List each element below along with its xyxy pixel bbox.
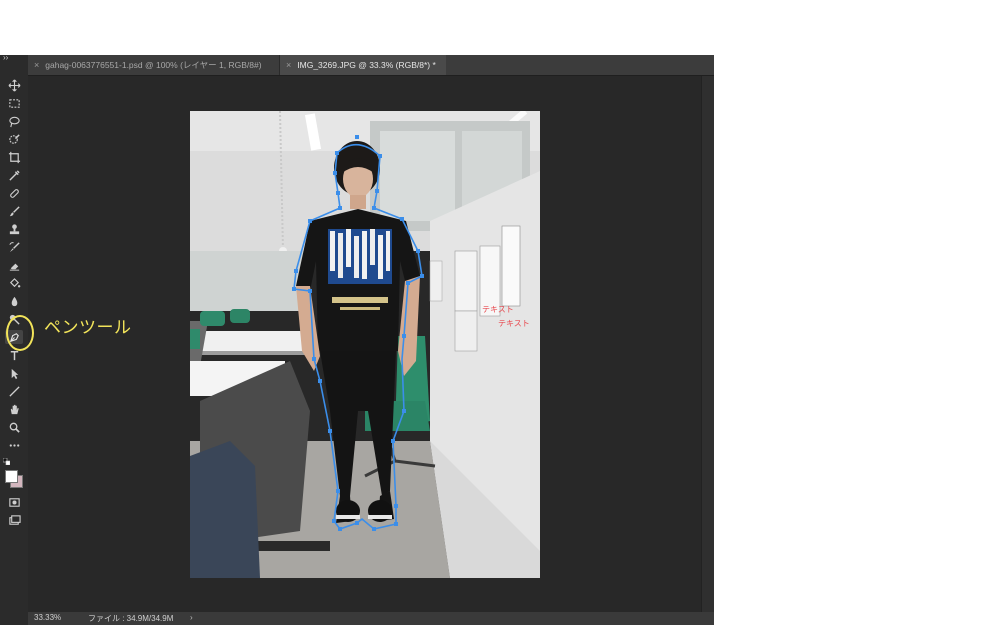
move-icon[interactable] [5,78,23,92]
close-tab-icon[interactable]: × [286,60,291,70]
brush-icon[interactable] [5,204,23,218]
line-icon[interactable] [5,384,23,398]
crop-icon[interactable] [5,150,23,164]
canvas-area[interactable]: テキスト テキスト [28,76,702,612]
quick-mask-icon[interactable] [5,495,23,509]
classroom-photo [190,111,540,578]
path-select-icon[interactable] [5,366,23,380]
overlay-text-1: テキスト [482,305,514,314]
zoom-level[interactable]: 33.33% [34,613,61,622]
close-tab-icon[interactable]: × [34,60,39,70]
stamp-icon[interactable] [5,222,23,236]
screen-mode-icon[interactable] [5,513,23,527]
tab-gahag-psd[interactable]: × gahag-0063776551-1.psd @ 100% (レイヤー 1,… [28,55,280,75]
status-bar: 33.33% ファイル : 34.9M/34.9M › [28,612,714,625]
tab-label: IMG_3269.JPG @ 33.3% (RGB/8*) * [297,60,436,70]
default-colors-icon[interactable] [3,458,10,465]
pen-tool-highlight-circle [6,315,34,351]
document-tab-bar: × gahag-0063776551-1.psd @ 100% (レイヤー 1,… [28,55,714,76]
paint-bucket-icon[interactable] [5,276,23,290]
tab-label: gahag-0063776551-1.psd @ 100% (レイヤー 1, R… [45,60,262,70]
more-icon[interactable] [5,438,23,452]
history-brush-icon[interactable] [5,240,23,254]
status-menu-arrow[interactable]: › [190,613,193,622]
foreground-color-swatch[interactable] [5,470,18,483]
eraser-icon[interactable] [5,258,23,272]
document-image[interactable]: テキスト テキスト [190,111,540,578]
overlay-text-2: テキスト [498,319,530,328]
lasso-icon[interactable] [5,114,23,128]
eyedropper-icon[interactable] [5,168,23,182]
collapse-toolbar-button[interactable]: ›› [3,53,8,62]
quick-select-icon[interactable] [5,132,23,146]
tab-img-3269[interactable]: × IMG_3269.JPG @ 33.3% (RGB/8*) * [280,55,446,75]
photoshop-window: ›› × gahag-0063776551-1.psd @ 100% (レイヤー… [0,53,714,625]
blur-icon[interactable] [5,294,23,308]
file-size: ファイル : 34.9M/34.9M [88,614,174,623]
marquee-icon[interactable] [5,96,23,110]
pen-tool-callout-label: ペンツール [44,318,132,338]
hand-icon[interactable] [5,402,23,416]
healing-icon[interactable] [5,186,23,200]
zoom-icon[interactable] [5,420,23,434]
vertical-scrollbar[interactable] [701,76,714,612]
